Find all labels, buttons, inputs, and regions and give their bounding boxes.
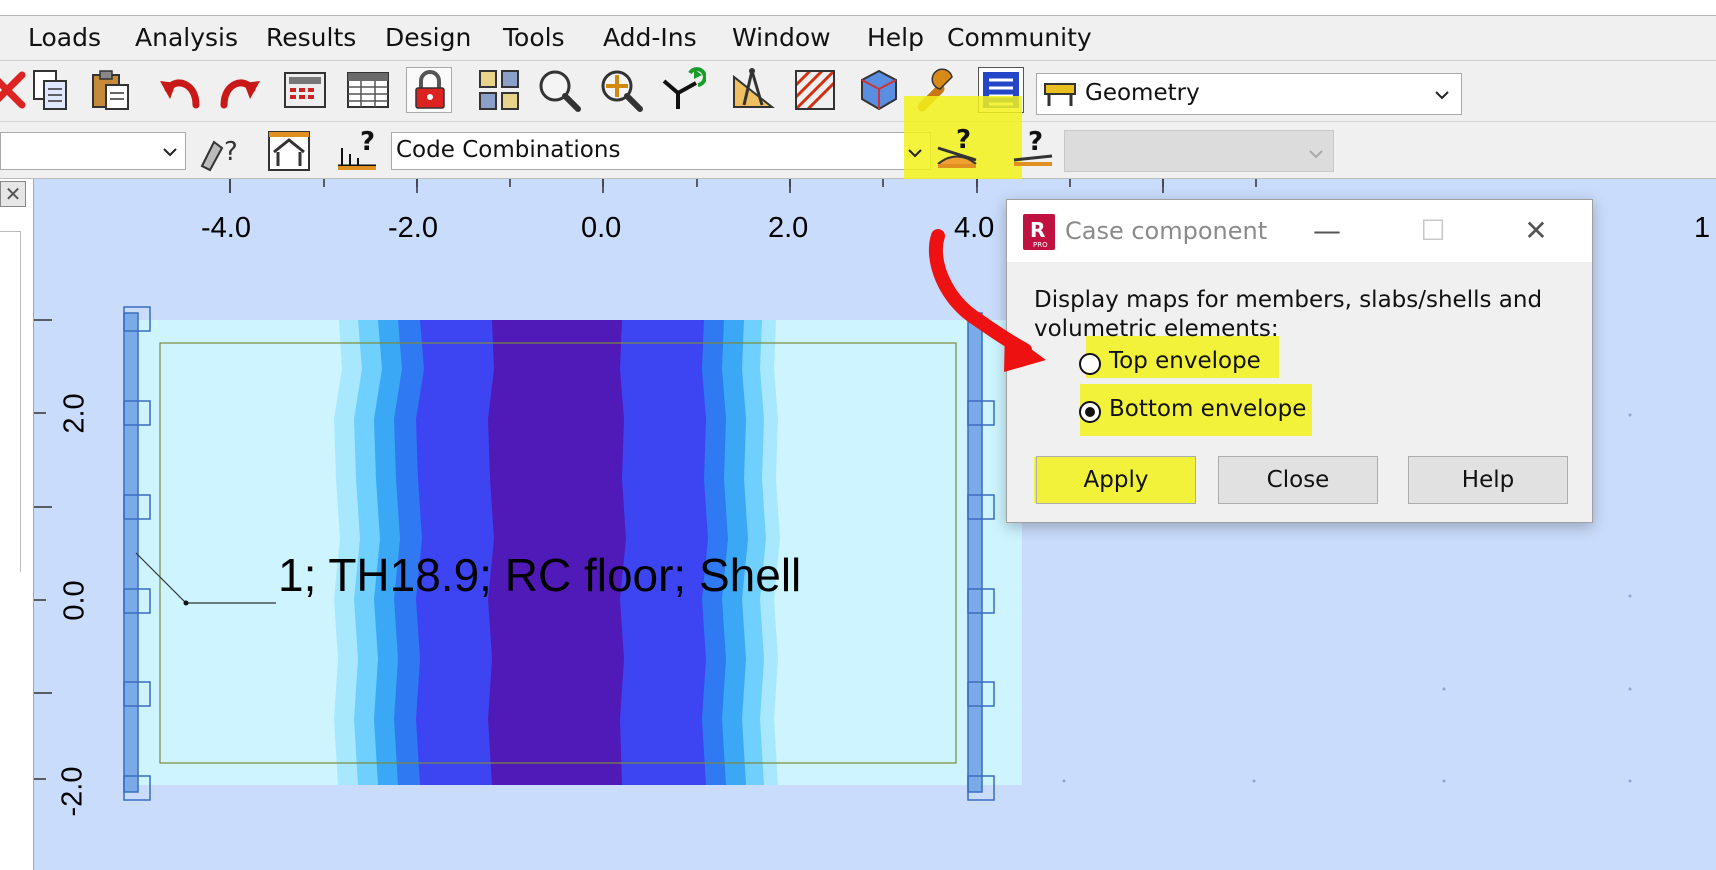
section-icon[interactable] <box>476 67 522 113</box>
layout-combo-value: Geometry <box>1085 80 1200 106</box>
pan-icon[interactable] <box>598 67 644 113</box>
load-query-icon[interactable]: ? <box>334 126 380 172</box>
minimize-button[interactable]: — <box>1307 214 1347 248</box>
menu-design[interactable]: Design <box>385 23 471 52</box>
robot-app-window: Loads Analysis Results Design Tools Add-… <box>0 0 1716 870</box>
dialog-title: Case component <box>1065 217 1268 245</box>
disabled-combo <box>1064 130 1334 172</box>
close-icon[interactable]: ✕ <box>0 181 26 207</box>
menu-add-ins[interactable]: Add-Ins <box>603 23 697 52</box>
maximize-button: ☐ <box>1420 214 1446 247</box>
panel-edge <box>0 231 21 572</box>
robot-app-icon: RPRO <box>1023 214 1055 250</box>
apply-button[interactable]: Apply <box>1036 456 1196 504</box>
x-tick-label: 4.0 <box>954 212 995 244</box>
svg-text:?: ? <box>1028 127 1043 157</box>
dialog-close-button[interactable]: ✕ <box>1516 214 1556 248</box>
radio-button[interactable] <box>1079 401 1101 423</box>
dialog-description: Display maps for members, slabs/shells a… <box>1034 287 1543 342</box>
y-tick-label: 0.0 <box>58 580 91 621</box>
undo-icon[interactable] <box>156 67 202 113</box>
chevron-down-icon[interactable] <box>904 142 926 164</box>
y-tick-label: 2.0 <box>58 393 91 434</box>
layout-combo[interactable]: Geometry <box>1036 73 1462 115</box>
menu-results[interactable]: Results <box>266 23 356 52</box>
code-combinations-value: Code Combinations <box>396 137 621 163</box>
dimension-icon[interactable] <box>730 67 776 113</box>
selection-combo[interactable] <box>0 132 186 170</box>
x-tick-label: -2.0 <box>388 212 438 244</box>
menu-loads[interactable]: Loads <box>28 23 101 52</box>
chevron-down-icon <box>1309 150 1323 159</box>
x-tick-label: 0.0 <box>581 212 622 244</box>
case-component-icon[interactable]: ? <box>934 124 980 170</box>
hatch-icon[interactable] <box>792 67 838 113</box>
case-component-dialog: R PRO Case component — ☐ ✕ Display maps f… <box>1006 199 1593 523</box>
help-button[interactable]: Help <box>1408 456 1568 504</box>
radio-label: Top envelope <box>1109 348 1261 374</box>
tables-icon[interactable] <box>345 67 391 113</box>
paste-icon[interactable] <box>88 67 134 113</box>
menu-help[interactable]: Help <box>867 23 924 52</box>
radio-label: Bottom envelope <box>1109 396 1307 422</box>
menu-tools[interactable]: Tools <box>503 23 565 52</box>
zoom-icon[interactable] <box>536 67 582 113</box>
y-tick-label: -2.0 <box>56 766 89 817</box>
redo-icon[interactable] <box>218 67 264 113</box>
radio-button[interactable] <box>1079 353 1101 375</box>
code-combinations-combo[interactable]: Code Combinations <box>391 132 931 170</box>
chevron-down-icon <box>1435 91 1449 100</box>
svg-text:?: ? <box>360 127 375 157</box>
structure-3d-icon[interactable] <box>856 67 902 113</box>
menu-window[interactable]: Window <box>732 23 831 52</box>
svg-text:PRO: PRO <box>1033 241 1048 249</box>
copy-icon[interactable] <box>28 67 74 113</box>
chevron-down-icon <box>163 148 177 157</box>
x-tick-label: -4.0 <box>201 212 251 244</box>
svg-text:?: ? <box>956 125 971 155</box>
shell-label: 1; TH18.9; RC floor; Shell <box>278 549 802 601</box>
left-panel-strip: ✕ <box>0 179 34 870</box>
svg-text:R: R <box>1030 218 1045 242</box>
menu-community[interactable]: Community <box>947 23 1092 52</box>
slab-query-icon[interactable]: ? <box>1010 124 1056 170</box>
geometry-layout-icon <box>1044 83 1076 106</box>
dialog-titlebar[interactable]: R PRO Case component — ☐ ✕ <box>1007 200 1592 262</box>
menu-analysis[interactable]: Analysis <box>135 23 238 52</box>
x-tick-label: 2.0 <box>768 212 809 244</box>
x-tick-label: 1 <box>1694 212 1711 244</box>
supports-icon[interactable] <box>660 67 706 113</box>
calculator-icon[interactable] <box>282 67 328 113</box>
hand-query-icon[interactable]: ? <box>196 128 242 174</box>
lock-icon[interactable] <box>406 67 452 113</box>
menubar: Loads Analysis Results Design Tools Add-… <box>0 16 1716 61</box>
close-button[interactable]: Close <box>1218 456 1378 504</box>
svg-text:?: ? <box>224 137 238 167</box>
title-bar <box>0 0 1716 16</box>
frame-icon[interactable] <box>266 128 312 174</box>
